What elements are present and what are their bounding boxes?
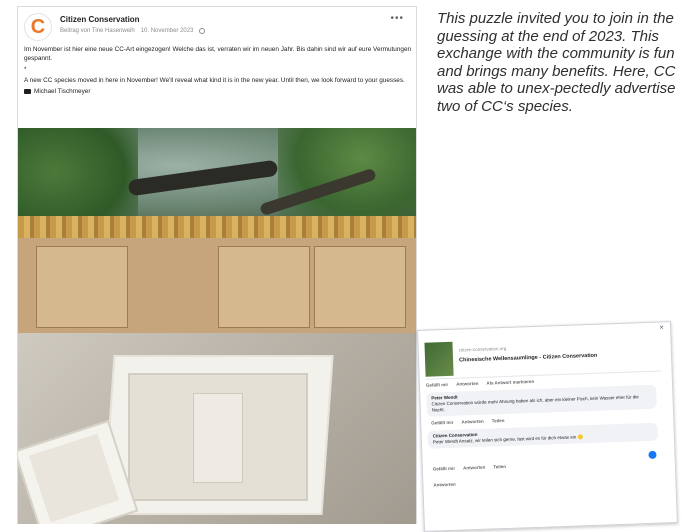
cabinet-door <box>218 246 310 328</box>
comment-actions: Gefällt mir Antworten Teilen <box>431 418 504 426</box>
comment-thread-screenshot: ✕ citizen-conservation.org Chinesische W… <box>417 321 678 532</box>
aquarium-photo[interactable] <box>18 128 416 333</box>
like-action[interactable]: Gefällt mir <box>426 382 448 388</box>
photographer-name: Michael Tischmeyer <box>34 88 91 95</box>
cabinet-door <box>314 246 406 328</box>
link-domain: citizen-conservation.org <box>458 345 507 353</box>
post-date[interactable]: 10. November 2023 <box>141 28 194 34</box>
smiley-icon <box>577 434 583 440</box>
share-action[interactable]: Teilen <box>492 418 505 423</box>
page-avatar[interactable]: C <box>24 13 52 41</box>
share-action[interactable]: Teilen <box>493 464 506 469</box>
comment-bubble: Citizen Conservation Peter Wendt Ansatz,… <box>427 422 659 449</box>
post-text: Im November ist hier eine neue CC-Art ei… <box>24 45 412 96</box>
post-separator: * <box>24 66 27 73</box>
camera-icon <box>24 89 31 94</box>
like-action[interactable]: Gefällt mir <box>431 420 453 426</box>
comment-actions: Gefällt mir Antworten Teilen <box>433 464 506 472</box>
shared-from[interactable]: Beitrag von Tine Hasenweih <box>60 28 135 34</box>
article-caption: This puzzle invited you to join in the g… <box>437 10 676 115</box>
styrofoam-box-photo[interactable] <box>18 333 416 524</box>
post-text-german: Im November ist hier eine neue CC-Art ei… <box>24 46 412 62</box>
close-icon[interactable]: ✕ <box>659 324 664 331</box>
footer-reply-action[interactable]: Antworten <box>433 482 455 488</box>
reply-action[interactable]: Antworten <box>461 419 483 425</box>
styrofoam-box-divider <box>193 393 243 483</box>
tank-gravel <box>18 216 416 238</box>
post-header: C Citizen Conservation Beitrag von Tine … <box>24 13 410 47</box>
reply-action[interactable]: Antworten <box>463 465 485 471</box>
link-thumbnail <box>424 341 454 377</box>
post-meta: Beitrag von Tine Hasenweih 10. November … <box>60 28 206 34</box>
link-title: Chinesische Wellensaumlinge - Citizen Co… <box>458 352 598 364</box>
globe-icon <box>199 28 206 34</box>
facebook-post: C Citizen Conservation Beitrag von Tine … <box>17 6 417 524</box>
reply-action[interactable]: Antworten <box>456 381 478 387</box>
page-name[interactable]: Citizen Conservation <box>60 15 140 24</box>
post-text-english: A new CC species moved in here in Novemb… <box>24 77 405 84</box>
like-action[interactable]: Gefällt mir <box>433 466 455 472</box>
cabinet-door <box>36 246 128 328</box>
like-badge-icon <box>648 450 657 459</box>
comment-bubble: Peter Wendt Citizen Conservation würde m… <box>426 384 657 417</box>
photographer-credit: Michael Tischmeyer <box>24 87 412 96</box>
link-preview[interactable]: citizen-conservation.org Chinesische Wel… <box>424 334 662 380</box>
more-options-icon[interactable]: ••• <box>390 13 404 24</box>
mark-answer-action[interactable]: Als Antwort markieren <box>486 379 534 386</box>
footer-reply: Antworten <box>433 482 455 488</box>
